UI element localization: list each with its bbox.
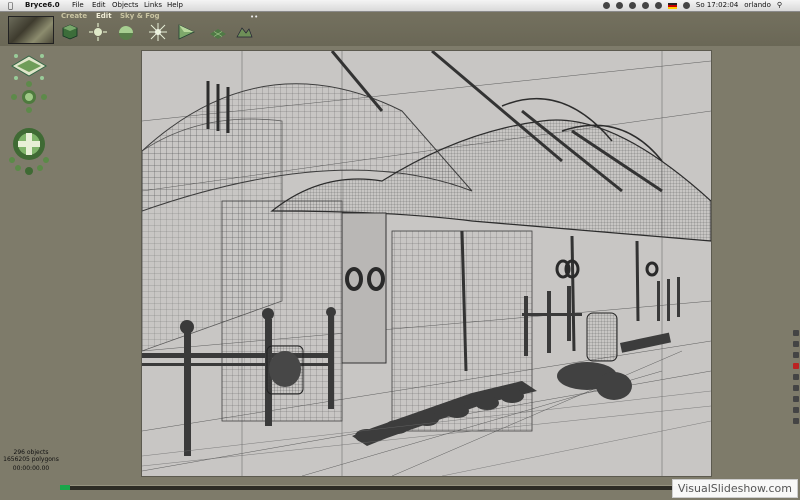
render-option-icon[interactable]: [793, 418, 799, 424]
menu-file[interactable]: File: [72, 0, 84, 11]
app-menu[interactable]: Bryce6.0: [25, 0, 60, 11]
terrain-tool-icon[interactable]: [234, 22, 254, 42]
wireframe-viewport[interactable]: [141, 50, 712, 477]
render-icon[interactable]: [793, 330, 799, 336]
spaces-icon[interactable]: [602, 2, 610, 9]
tab-edit[interactable]: Edit: [96, 12, 112, 20]
scene-thumbnail[interactable]: [8, 16, 54, 44]
menu-links[interactable]: Links: [144, 0, 162, 11]
polygon-count: 1656205 polygons: [3, 456, 59, 463]
menu-bar:  Bryce6.0 File Edit Objects Links Help …: [0, 0, 800, 12]
light-tool-icon[interactable]: [148, 22, 168, 42]
timeline-scrubber[interactable]: [60, 485, 70, 490]
grid-tool-icon[interactable]: [208, 22, 228, 42]
render-option-icon[interactable]: [793, 341, 799, 347]
volume-icon[interactable]: [654, 2, 662, 9]
animation-timeline[interactable]: [60, 485, 700, 490]
camera-pan-icon[interactable]: [6, 80, 52, 118]
wifi-icon[interactable]: [641, 2, 649, 9]
render-option-icon[interactable]: [793, 385, 799, 391]
clock[interactable]: So 17:02:04: [696, 0, 738, 11]
cube-primitive-tool-icon[interactable]: [60, 22, 80, 42]
scene-stats: 296 objects 1656205 polygons 00:00:00.00: [0, 449, 62, 472]
menu-edit[interactable]: Edit: [92, 0, 106, 11]
render-controls: [792, 330, 800, 490]
toolbar-more-icon[interactable]: ••: [250, 13, 258, 21]
flag-icon[interactable]: [667, 2, 677, 9]
tab-create[interactable]: Create: [61, 12, 87, 20]
camera-zoom-icon[interactable]: [6, 116, 52, 190]
sun-tool-icon[interactable]: [88, 22, 108, 42]
menu-objects[interactable]: Objects: [112, 0, 138, 11]
object-count: 296 objects: [13, 449, 49, 456]
tab-sky-fog[interactable]: Sky & Fog: [120, 12, 160, 20]
render-option-icon[interactable]: [793, 374, 799, 380]
timemachine-icon[interactable]: [628, 2, 636, 9]
timecode: 00:00:00.00: [12, 465, 50, 472]
bluetooth-icon[interactable]: [615, 2, 623, 9]
sphere-cap-tool-icon[interactable]: [116, 22, 136, 42]
user-name[interactable]: orlando: [744, 0, 771, 11]
spotlight-icon[interactable]: ⚲: [777, 0, 782, 11]
cone-tool-icon[interactable]: [176, 22, 196, 42]
render-option-icon[interactable]: [793, 396, 799, 402]
menu-help[interactable]: Help: [167, 0, 183, 11]
apple-icon[interactable]: : [8, 0, 13, 11]
navigation-panel: [0, 46, 57, 500]
render-option-icon[interactable]: [793, 352, 799, 358]
render-option-icon[interactable]: [793, 407, 799, 413]
scene-wireframe: [142, 51, 711, 476]
battery-icon[interactable]: [682, 2, 690, 9]
create-toolbar: Create Edit Sky & Fog ••: [0, 12, 800, 46]
watermark: VisualSlideshow.com: [671, 479, 798, 498]
render-stop-icon[interactable]: [793, 363, 799, 369]
